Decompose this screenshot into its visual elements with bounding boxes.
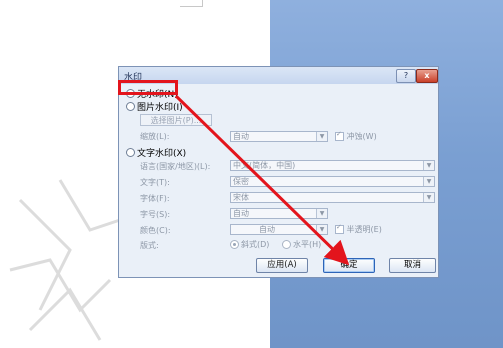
annotation-arrow (174, 94, 350, 266)
